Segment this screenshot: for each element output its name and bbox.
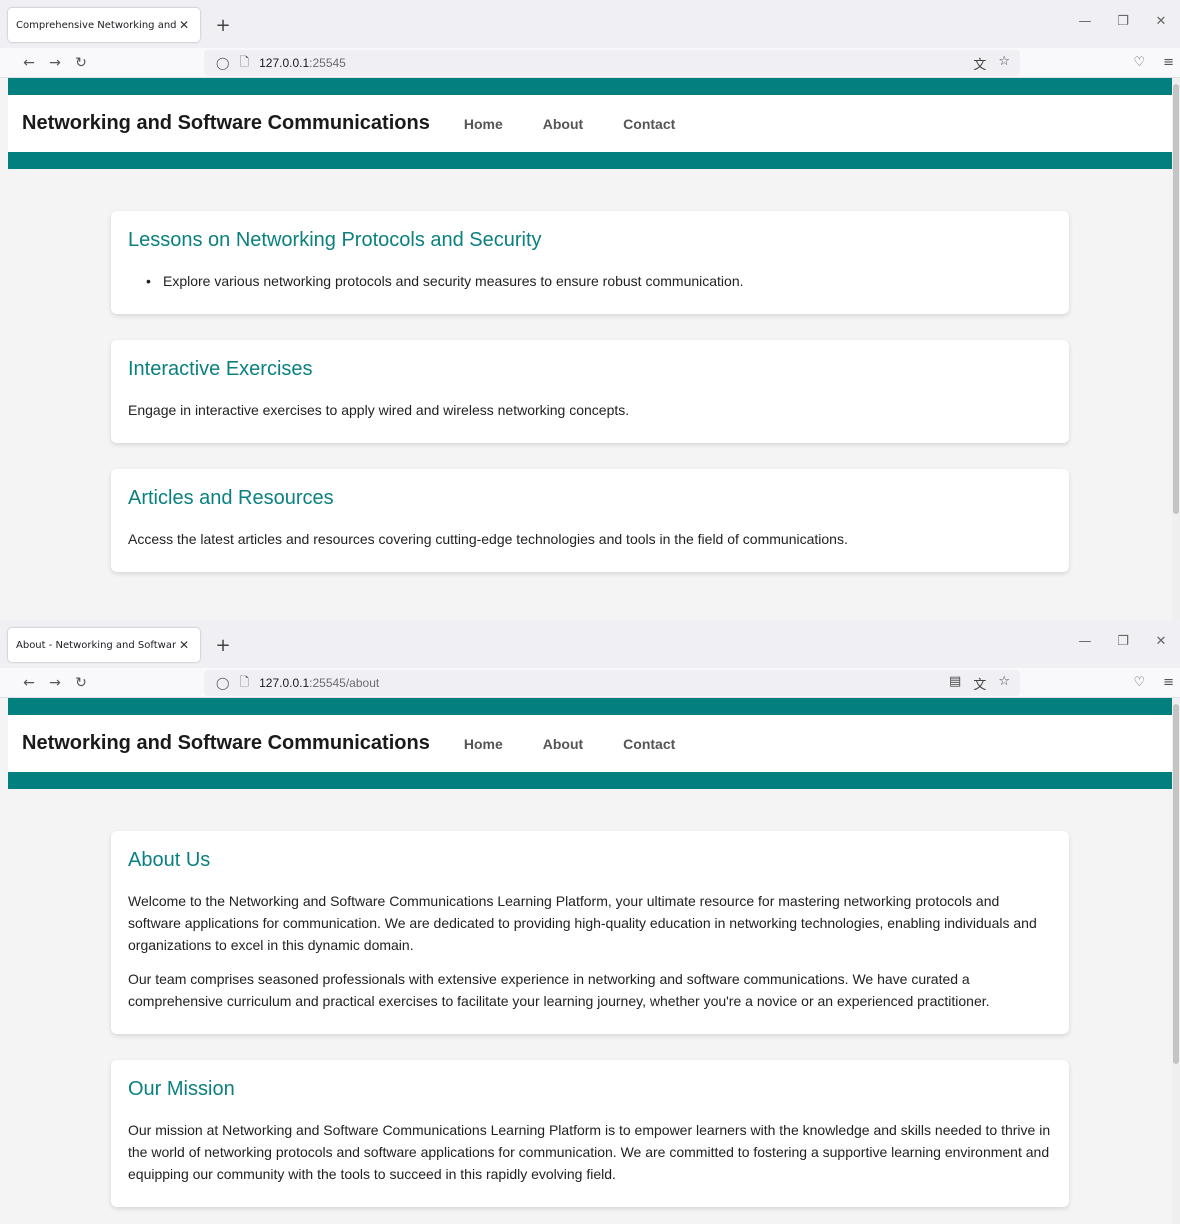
back-icon[interactable]: ←: [16, 55, 42, 71]
site-title: Networking and Software Communications: [22, 112, 430, 134]
shield-icon[interactable]: ◯: [216, 676, 229, 690]
nav-contact-link[interactable]: Contact: [623, 116, 675, 132]
nav-contact-link[interactable]: Contact: [623, 736, 675, 752]
card-paragraph: Welcome to the Networking and Software C…: [128, 893, 1037, 953]
reload-icon[interactable]: ↻: [68, 675, 94, 691]
translate-icon[interactable]: 文: [973, 674, 986, 693]
card-heading: About Us: [128, 849, 211, 871]
nav-home-link[interactable]: Home: [464, 736, 503, 752]
list-item: Explore various networking protocols and…: [146, 270, 1052, 292]
about-us-card: About Us Welcome to the Networking and S…: [111, 831, 1069, 1034]
tab-title: About - Networking and Software Communic…: [16, 639, 176, 651]
reload-icon[interactable]: ↻: [68, 55, 94, 71]
nav-about-link[interactable]: About: [543, 736, 583, 752]
close-tab-icon[interactable]: ✕: [176, 18, 192, 32]
card-text: Access the latest articles and resources…: [128, 531, 848, 547]
forward-icon[interactable]: →: [42, 675, 68, 691]
browser-window-about: About - Networking and Software Communic…: [0, 620, 1180, 1224]
browser-toolbar: ← → ↻ ◯ 🗋 127.0.0.1:25545/about ▤ 文 ☆ ♡ …: [0, 668, 1180, 698]
window-close-icon[interactable]: ✕: [1142, 6, 1180, 36]
restore-icon[interactable]: ❐: [1104, 6, 1142, 36]
exercises-card: Interactive Exercises Engage in interact…: [111, 340, 1069, 443]
tab-bar: Comprehensive Networking and Software Co…: [0, 0, 1180, 48]
nav-home-link[interactable]: Home: [464, 116, 503, 132]
scrollbar[interactable]: [1172, 78, 1180, 620]
card-paragraph: Our mission at Networking and Software C…: [128, 1122, 1051, 1182]
card-paragraph: Our team comprises seasoned professional…: [128, 971, 990, 1009]
url-path: :25545/about: [309, 676, 380, 690]
url-path: :25545: [309, 56, 346, 70]
scrollbar-thumb[interactable]: [1173, 84, 1179, 514]
bookmark-star-icon[interactable]: ☆: [998, 674, 1010, 693]
articles-card: Articles and Resources Access the latest…: [111, 469, 1069, 572]
pocket-icon[interactable]: ♡: [1133, 55, 1145, 70]
menu-icon[interactable]: ≡: [1163, 675, 1174, 690]
site-header: Networking and Software Communications H…: [8, 698, 1172, 789]
tab-bar: About - Networking and Software Communic…: [0, 620, 1180, 668]
card-heading: Interactive Exercises: [128, 358, 313, 380]
window-controls: — ❐ ✕: [1066, 626, 1180, 656]
url-bar[interactable]: ◯ 🗋 127.0.0.1:25545/about ▤ 文 ☆: [204, 670, 1020, 696]
mission-card: Our Mission Our mission at Networking an…: [111, 1060, 1069, 1207]
browser-window-home: Comprehensive Networking and Software Co…: [0, 0, 1180, 620]
url-host: 127.0.0.1: [259, 56, 310, 70]
url-bar[interactable]: ◯ 🗋 127.0.0.1:25545 文 ☆: [204, 50, 1020, 76]
page-icon: 🗋: [239, 674, 250, 689]
main-content: About Us Welcome to the Networking and S…: [8, 789, 1172, 1207]
minimize-icon[interactable]: —: [1066, 626, 1104, 656]
shield-icon[interactable]: ◯: [216, 56, 229, 70]
translate-icon[interactable]: 文: [973, 54, 986, 73]
reader-view-icon[interactable]: ▤: [949, 674, 961, 693]
page-icon: 🗋: [239, 54, 250, 69]
tab-about[interactable]: About - Networking and Software Communic…: [8, 628, 200, 662]
tab-title: Comprehensive Networking and Software Co…: [16, 19, 176, 31]
browser-toolbar: ← → ↻ ◯ 🗋 127.0.0.1:25545 文 ☆ ♡ ≡: [0, 48, 1180, 78]
page-viewport: Networking and Software Communications H…: [8, 78, 1172, 620]
card-heading: Lessons on Networking Protocols and Secu…: [128, 229, 542, 251]
new-tab-icon[interactable]: +: [208, 628, 238, 662]
main-content: Lessons on Networking Protocols and Secu…: [8, 169, 1172, 572]
site-header: Networking and Software Communications H…: [8, 78, 1172, 169]
tab-home[interactable]: Comprehensive Networking and Software Co…: [8, 8, 200, 42]
minimize-icon[interactable]: —: [1066, 6, 1104, 36]
back-icon[interactable]: ←: [16, 675, 42, 691]
window-close-icon[interactable]: ✕: [1142, 626, 1180, 656]
window-controls: — ❐ ✕: [1066, 6, 1180, 36]
site-title: Networking and Software Communications: [22, 732, 430, 754]
close-tab-icon[interactable]: ✕: [176, 638, 192, 652]
scrollbar[interactable]: [1172, 698, 1180, 1224]
url-host: 127.0.0.1: [259, 676, 310, 690]
card-heading: Articles and Resources: [128, 487, 334, 509]
menu-icon[interactable]: ≡: [1163, 55, 1174, 70]
restore-icon[interactable]: ❐: [1104, 626, 1142, 656]
card-heading: Our Mission: [128, 1078, 235, 1100]
pocket-icon[interactable]: ♡: [1133, 675, 1145, 690]
card-text: Engage in interactive exercises to apply…: [128, 402, 630, 418]
lessons-list: Explore various networking protocols and…: [128, 270, 1052, 292]
forward-icon[interactable]: →: [42, 55, 68, 71]
lessons-card: Lessons on Networking Protocols and Secu…: [111, 211, 1069, 314]
page-viewport: Networking and Software Communications H…: [8, 698, 1172, 1224]
scrollbar-thumb[interactable]: [1173, 704, 1179, 1064]
bookmark-star-icon[interactable]: ☆: [998, 54, 1010, 73]
nav-about-link[interactable]: About: [543, 116, 583, 132]
new-tab-icon[interactable]: +: [208, 8, 238, 42]
